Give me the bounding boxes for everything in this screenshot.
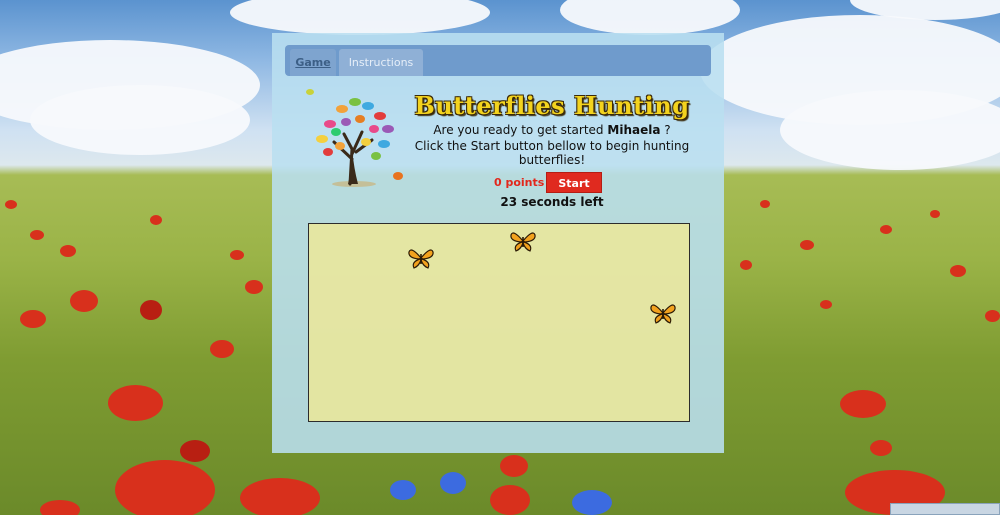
butterfly-icon[interactable] xyxy=(509,229,537,253)
corner-widget xyxy=(890,503,1000,515)
greeting-suffix: ? xyxy=(664,123,671,137)
play-field[interactable] xyxy=(308,223,690,422)
instructions-text: Click the Start button bellow to begin h… xyxy=(414,139,690,167)
tab-bar: Game Instructions xyxy=(285,45,711,76)
game-panel: Game Instructions Butterflies Hunting Ar… xyxy=(272,33,724,453)
greeting-text: Are you ready to get started Mihaela ? xyxy=(402,123,702,137)
start-button[interactable]: Start xyxy=(546,172,602,193)
tab-instructions[interactable]: Instructions xyxy=(339,49,423,76)
tab-game[interactable]: Game xyxy=(290,49,336,76)
greeting-prefix: Are you ready to get started xyxy=(433,123,604,137)
butterfly-icon[interactable] xyxy=(649,301,677,325)
timer-label: 23 seconds left xyxy=(500,195,604,209)
player-name: Mihaela xyxy=(607,123,661,137)
butterfly-icon[interactable] xyxy=(407,246,435,270)
game-title: Butterflies Hunting xyxy=(414,91,690,120)
butterfly-tree-icon xyxy=(306,89,403,187)
score-label: 0 points xyxy=(494,176,545,189)
